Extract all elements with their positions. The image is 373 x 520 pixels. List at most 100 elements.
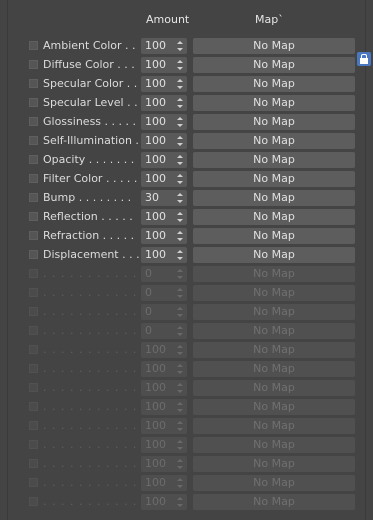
spinner-arrows-icon[interactable] [177,135,183,147]
map-slot-button[interactable]: No Map [193,57,355,73]
channel-enable-checkbox[interactable] [29,345,38,354]
amount-spinner[interactable]: 100 [141,133,187,149]
map-slot-button[interactable]: No Map [193,475,355,491]
spinner-arrows-icon[interactable] [177,249,183,261]
channel-enable-checkbox[interactable] [29,402,38,411]
map-slot-button[interactable]: No Map [193,190,355,206]
map-slot-button[interactable]: No Map [193,133,355,149]
map-slot-button[interactable]: No Map [193,342,355,358]
amount-spinner[interactable]: 100 [141,38,187,54]
map-slot-button[interactable]: No Map [193,266,355,282]
amount-spinner[interactable]: 0 [141,323,187,339]
spinner-arrows-icon[interactable] [177,154,183,166]
spinner-arrows-icon[interactable] [177,59,183,71]
map-slot-button[interactable]: No Map [193,437,355,453]
amount-spinner[interactable]: 100 [141,114,187,130]
map-slot-button[interactable]: No Map [193,152,355,168]
amount-spinner[interactable]: 100 [141,380,187,396]
map-slot-button[interactable]: No Map [193,380,355,396]
map-slot-button[interactable]: No Map [193,228,355,244]
amount-spinner[interactable]: 100 [141,228,187,244]
amount-spinner[interactable]: 100 [141,342,187,358]
amount-spinner[interactable]: 100 [141,399,187,415]
spinner-arrows-icon[interactable] [177,363,183,375]
spinner-arrows-icon[interactable] [177,420,183,432]
channel-enable-checkbox[interactable] [29,212,38,221]
channel-enable-checkbox[interactable] [29,117,38,126]
spinner-arrows-icon[interactable] [177,173,183,185]
map-slot-button[interactable]: No Map [193,361,355,377]
map-slot-button[interactable]: No Map [193,323,355,339]
map-slot-button[interactable]: No Map [193,209,355,225]
amount-spinner[interactable]: 100 [141,95,187,111]
channel-enable-checkbox[interactable] [29,478,38,487]
amount-spinner[interactable]: 100 [141,361,187,377]
spinner-arrows-icon[interactable] [177,306,183,318]
spinner-arrows-icon[interactable] [177,116,183,128]
spinner-arrows-icon[interactable] [177,325,183,337]
spinner-arrows-icon[interactable] [177,439,183,451]
channel-enable-checkbox[interactable] [29,364,38,373]
spinner-arrows-icon[interactable] [177,401,183,413]
amount-spinner[interactable]: 100 [141,437,187,453]
spinner-arrows-icon[interactable] [177,97,183,109]
channel-enable-checkbox[interactable] [29,421,38,430]
spinner-arrows-icon[interactable] [177,230,183,242]
channel-enable-checkbox[interactable] [29,383,38,392]
amount-spinner[interactable]: 100 [141,209,187,225]
spinner-arrows-icon[interactable] [177,268,183,280]
channel-enable-checkbox[interactable] [29,440,38,449]
amount-spinner[interactable]: 0 [141,285,187,301]
amount-spinner[interactable]: 0 [141,266,187,282]
channel-enable-checkbox[interactable] [29,136,38,145]
map-slot-button[interactable]: No Map [193,95,355,111]
channel-enable-checkbox[interactable] [29,250,38,259]
map-slot-button[interactable]: No Map [193,456,355,472]
channel-enable-checkbox[interactable] [29,41,38,50]
map-slot-button[interactable]: No Map [193,285,355,301]
amount-spinner[interactable]: 100 [141,475,187,491]
amount-spinner[interactable]: 0 [141,304,187,320]
amount-spinner[interactable]: 100 [141,456,187,472]
spinner-arrows-icon[interactable] [177,496,183,508]
amount-spinner[interactable]: 100 [141,247,187,263]
amount-spinner[interactable]: 100 [141,57,187,73]
channel-enable-checkbox[interactable] [29,79,38,88]
spinner-arrows-icon[interactable] [177,458,183,470]
amount-spinner[interactable]: 100 [141,76,187,92]
map-slot-button[interactable]: No Map [193,114,355,130]
spinner-arrows-icon[interactable] [177,40,183,52]
spinner-arrows-icon[interactable] [177,211,183,223]
spinner-arrows-icon[interactable] [177,287,183,299]
map-slot-button[interactable]: No Map [193,247,355,263]
spinner-arrows-icon[interactable] [177,382,183,394]
channel-enable-checkbox[interactable] [29,98,38,107]
spinner-arrows-icon[interactable] [177,78,183,90]
map-slot-button[interactable]: No Map [193,304,355,320]
channel-enable-checkbox[interactable] [29,193,38,202]
map-slot-button[interactable]: No Map [193,418,355,434]
channel-enable-checkbox[interactable] [29,459,38,468]
channel-enable-checkbox[interactable] [29,288,38,297]
channel-enable-checkbox[interactable] [29,326,38,335]
channel-enable-checkbox[interactable] [29,174,38,183]
spinner-arrows-icon[interactable] [177,192,183,204]
spinner-arrows-icon[interactable] [177,344,183,356]
map-slot-button[interactable]: No Map [193,76,355,92]
channel-enable-checkbox[interactable] [29,497,38,506]
amount-spinner[interactable]: 100 [141,171,187,187]
channel-enable-checkbox[interactable] [29,155,38,164]
channel-enable-checkbox[interactable] [29,231,38,240]
amount-spinner[interactable]: 100 [141,418,187,434]
amount-spinner[interactable]: 100 [141,494,187,510]
amount-spinner[interactable]: 100 [141,152,187,168]
map-slot-button[interactable]: No Map [193,38,355,54]
map-slot-button[interactable]: No Map [193,171,355,187]
channel-enable-checkbox[interactable] [29,269,38,278]
map-slot-button[interactable]: No Map [193,494,355,510]
channel-enable-checkbox[interactable] [29,60,38,69]
map-slot-button[interactable]: No Map [193,399,355,415]
channel-enable-checkbox[interactable] [29,307,38,316]
amount-spinner[interactable]: 30 [141,190,187,206]
spinner-arrows-icon[interactable] [177,477,183,489]
